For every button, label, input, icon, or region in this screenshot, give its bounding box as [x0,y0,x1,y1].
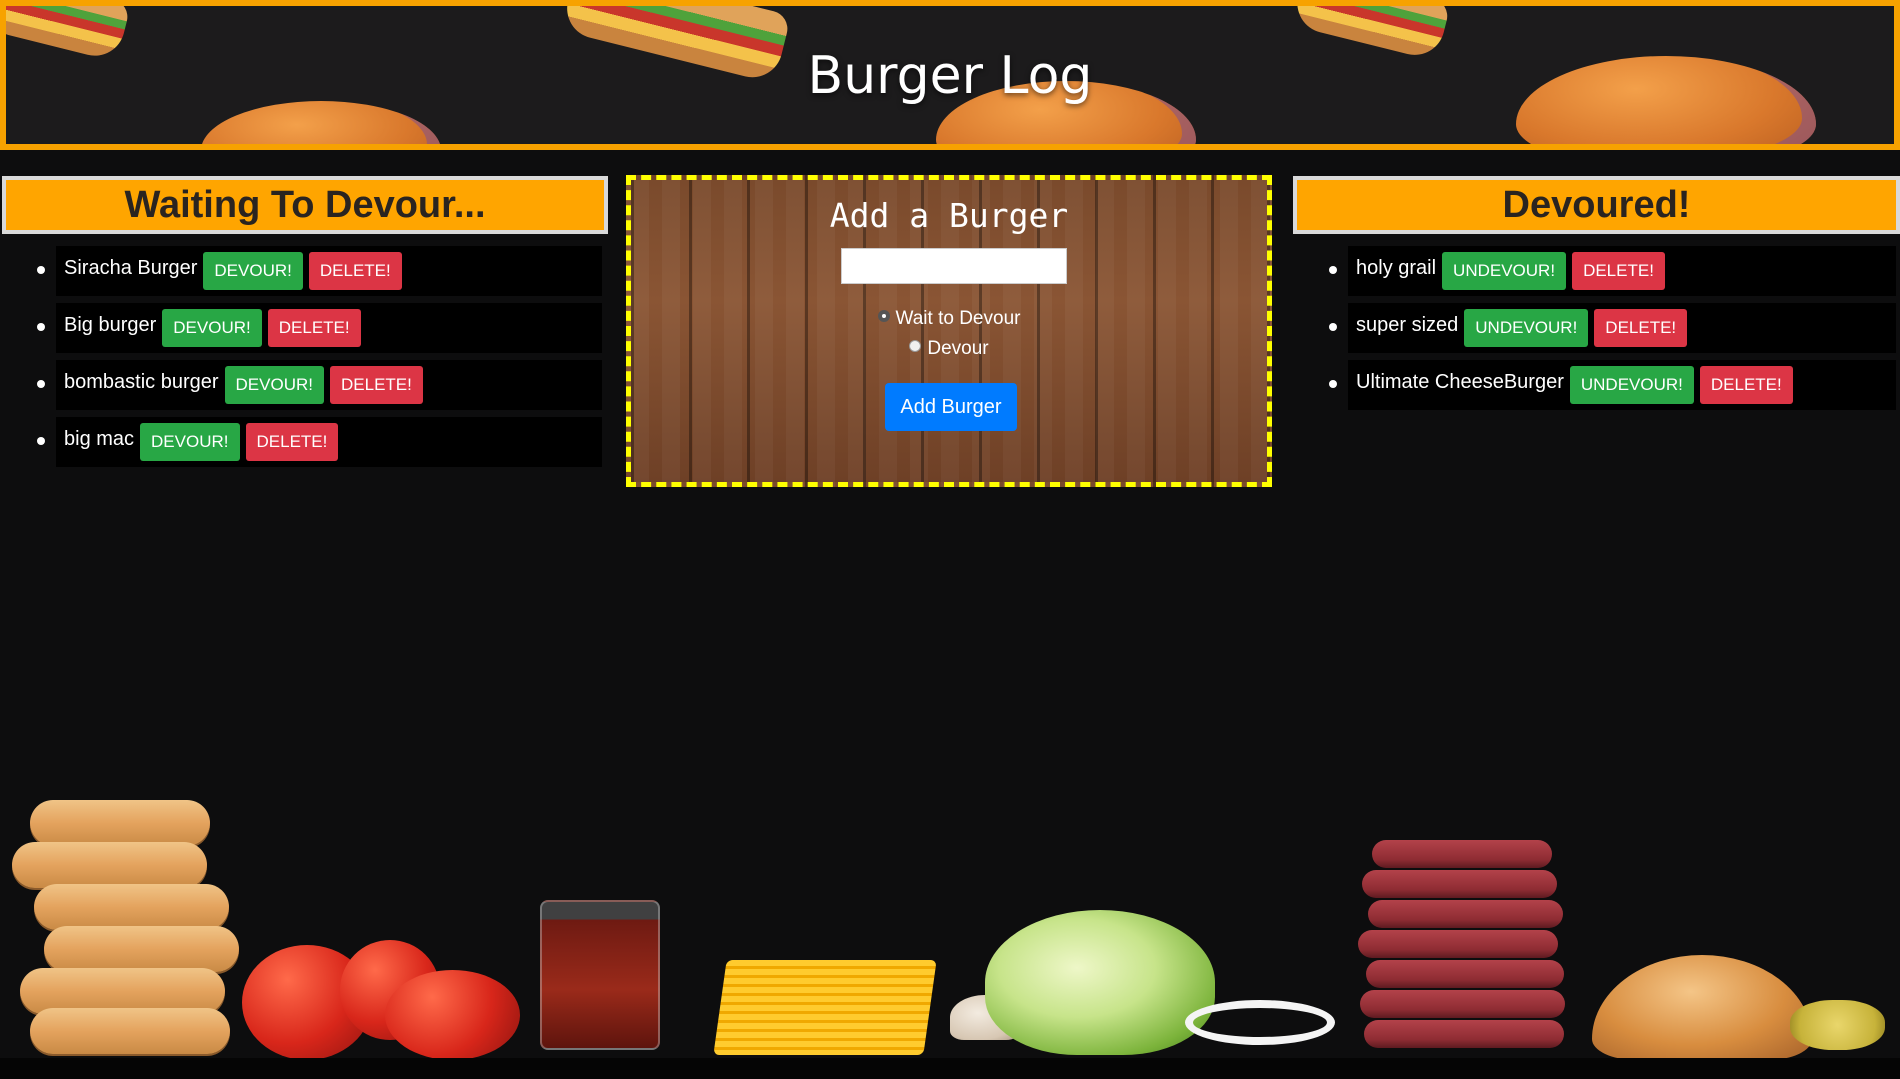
devour-button[interactable]: DEVOUR! [224,366,324,404]
burger-name: Ultimate CheeseBurger [1356,370,1564,393]
undevour-button[interactable]: UNDEVOUR! [1442,252,1567,290]
waiting-list: Siracha Burger DEVOUR! DELETE! Big burge… [37,246,602,474]
patty-stack-image [1340,840,1570,1060]
header-banner: Burger Log [0,0,1900,150]
add-burger-button[interactable]: Add Burger [885,383,1017,431]
delete-button[interactable]: DELETE! [1699,366,1793,404]
list-item: big mac DEVOUR! DELETE! [37,417,602,467]
list-item: Big burger DEVOUR! DELETE! [37,303,602,353]
radio-devour-option[interactable]: Devour [631,338,1267,360]
sauce-jar-image [540,900,660,1050]
onion-rings-image [1185,1000,1335,1045]
burger-name: Siracha Burger [64,256,198,279]
cheese-slices-image [713,960,937,1055]
delete-button[interactable]: DELETE! [308,252,402,290]
burger-name: Big burger [64,313,157,336]
bullet-icon [37,323,45,331]
burger-name: holy grail [1356,256,1437,279]
list-item: Siracha Burger DEVOUR! DELETE! [37,246,602,296]
delete-button[interactable]: DELETE! [267,309,361,347]
lettuce-image [985,910,1215,1055]
undevour-button[interactable]: UNDEVOUR! [1569,366,1694,404]
waiting-panel-title: Waiting To Devour... [2,176,608,234]
pickles-image [1790,1000,1885,1050]
delete-button[interactable]: DELETE! [1594,309,1688,347]
radio-devour-label: Devour [927,338,989,359]
delete-button[interactable]: DELETE! [245,423,339,461]
delete-button[interactable]: DELETE! [330,366,423,404]
undevour-button[interactable]: UNDEVOUR! [1464,309,1589,347]
add-burger-form: Add a Burger Wait to Devour Devour Add B… [626,175,1272,487]
radio-wait-label: Wait to Devour [895,308,1021,329]
devoured-list: holy grail UNDEVOUR! DELETE! super sized… [1329,246,1896,417]
delete-button[interactable]: DELETE! [1572,252,1665,290]
tomato-slice-image [385,970,520,1060]
devour-button[interactable]: DEVOUR! [140,423,240,461]
list-item: bombastic burger DEVOUR! DELETE! [37,360,602,410]
bullet-icon [37,437,45,445]
list-item: super sized UNDEVOUR! DELETE! [1329,303,1896,353]
list-item: Ultimate CheeseBurger UNDEVOUR! DELETE! [1329,360,1896,410]
burger-name: big mac [64,427,135,450]
bun-stack-image [12,800,239,1054]
bullet-icon [1329,380,1337,388]
add-burger-title: Add a Burger [829,196,1069,235]
devour-button[interactable]: DEVOUR! [203,252,303,290]
radio-wait-button[interactable] [877,309,890,322]
burger-name-input[interactable] [841,248,1067,284]
devour-button[interactable]: DEVOUR! [162,309,262,347]
page-title: Burger Log [807,46,1093,106]
bullet-icon [1329,266,1337,274]
burger-name: bombastic burger [64,370,219,393]
floor-strip [0,1058,1900,1079]
radio-wait-option[interactable]: Wait to Devour [631,308,1267,330]
sesame-bun-image [1592,955,1812,1060]
bullet-icon [37,380,45,388]
burger-name: super sized [1356,313,1459,336]
bullet-icon [37,266,45,274]
radio-devour-button[interactable] [909,339,922,352]
bullet-icon [1329,323,1337,331]
devoured-panel-title: Devoured! [1293,176,1900,234]
header-bun-image [201,101,441,144]
list-item: holy grail UNDEVOUR! DELETE! [1329,246,1896,296]
